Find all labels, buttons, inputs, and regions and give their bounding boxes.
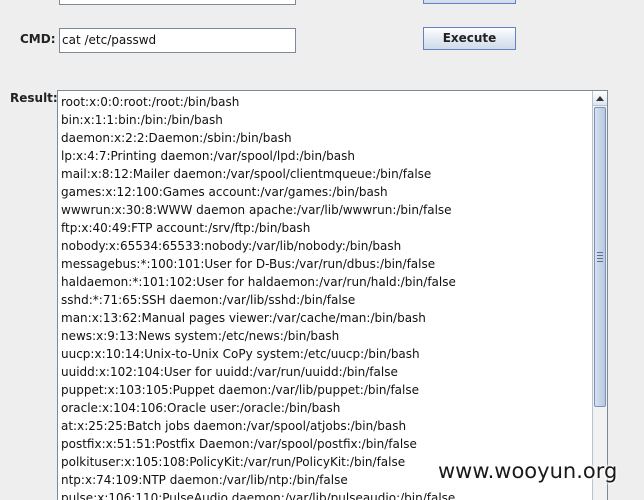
app-window: CMD: cat /etc/passwd Execute Result: roo…	[0, 0, 644, 500]
result-line: nobody:x:65534:65533:nobody:/var/lib/nob…	[61, 239, 402, 253]
result-lines: root:x:0:0:root:/root:/bin/bash bin:x:1:1…	[61, 93, 589, 500]
top-button[interactable]	[423, 0, 516, 4]
result-textarea[interactable]: root:x:0:0:root:/root:/bin/bash bin:x:1:1…	[57, 90, 608, 500]
result-line: uuidd:x:102:104:User for uuidd:/var/run/…	[61, 365, 398, 379]
cmd-label: CMD:	[20, 32, 56, 46]
result-line: root:x:0:0:root:/root:/bin/bash	[61, 95, 240, 109]
result-line: bin:x:1:1:bin:/bin:/bin/bash	[61, 113, 223, 127]
result-line: uucp:x:10:14:Unix-to-Unix CoPy system:/e…	[61, 347, 420, 361]
grip-icon	[597, 252, 603, 264]
result-line: games:x:12:100:Games account:/var/games:…	[61, 185, 388, 199]
result-line: oracle:x:104:106:Oracle user:/oracle:/bi…	[61, 401, 341, 415]
result-line: news:x:9:13:News system:/etc/news:/bin/b…	[61, 329, 340, 343]
result-line: daemon:x:2:2:Daemon:/sbin:/bin/bash	[61, 131, 292, 145]
vertical-scrollbar[interactable]	[592, 91, 607, 500]
result-line: messagebus:*:100:101:User for D-Bus:/var…	[61, 257, 436, 271]
top-field[interactable]	[59, 0, 296, 5]
arrow-up-icon	[596, 96, 604, 101]
scroll-up-button[interactable]	[593, 91, 607, 106]
watermark-text: www.wooyun.org	[438, 459, 618, 483]
scroll-thumb[interactable]	[594, 107, 606, 407]
result-line: at:x:25:25:Batch jobs daemon:/var/spool/…	[61, 419, 407, 433]
cmd-input[interactable]: cat /etc/passwd	[59, 28, 296, 53]
result-line: man:x:13:62:Manual pages viewer:/var/cac…	[61, 311, 426, 325]
result-line: haldaemon:*:101:102:User for haldaemon:/…	[61, 275, 456, 289]
result-label: Result:	[10, 91, 58, 105]
result-line: pulse:x:106:110:PulseAudio daemon:/var/l…	[61, 491, 456, 500]
result-line: sshd:*:71:65:SSH daemon:/var/lib/sshd:/b…	[61, 293, 356, 307]
result-line: mail:x:8:12:Mailer daemon:/var/spool/cli…	[61, 167, 432, 181]
result-line: wwwrun:x:30:8:WWW daemon apache:/var/lib…	[61, 203, 452, 217]
result-line: puppet:x:103:105:Puppet daemon:/var/lib/…	[61, 383, 420, 397]
execute-button[interactable]: Execute	[423, 27, 516, 50]
result-line: lp:x:4:7:Printing daemon:/var/spool/lpd:…	[61, 149, 355, 163]
result-line: postfix:x:51:51:Postfix Daemon:/var/spoo…	[61, 437, 417, 451]
result-line: ftp:x:40:49:FTP account:/srv/ftp:/bin/ba…	[61, 221, 311, 235]
